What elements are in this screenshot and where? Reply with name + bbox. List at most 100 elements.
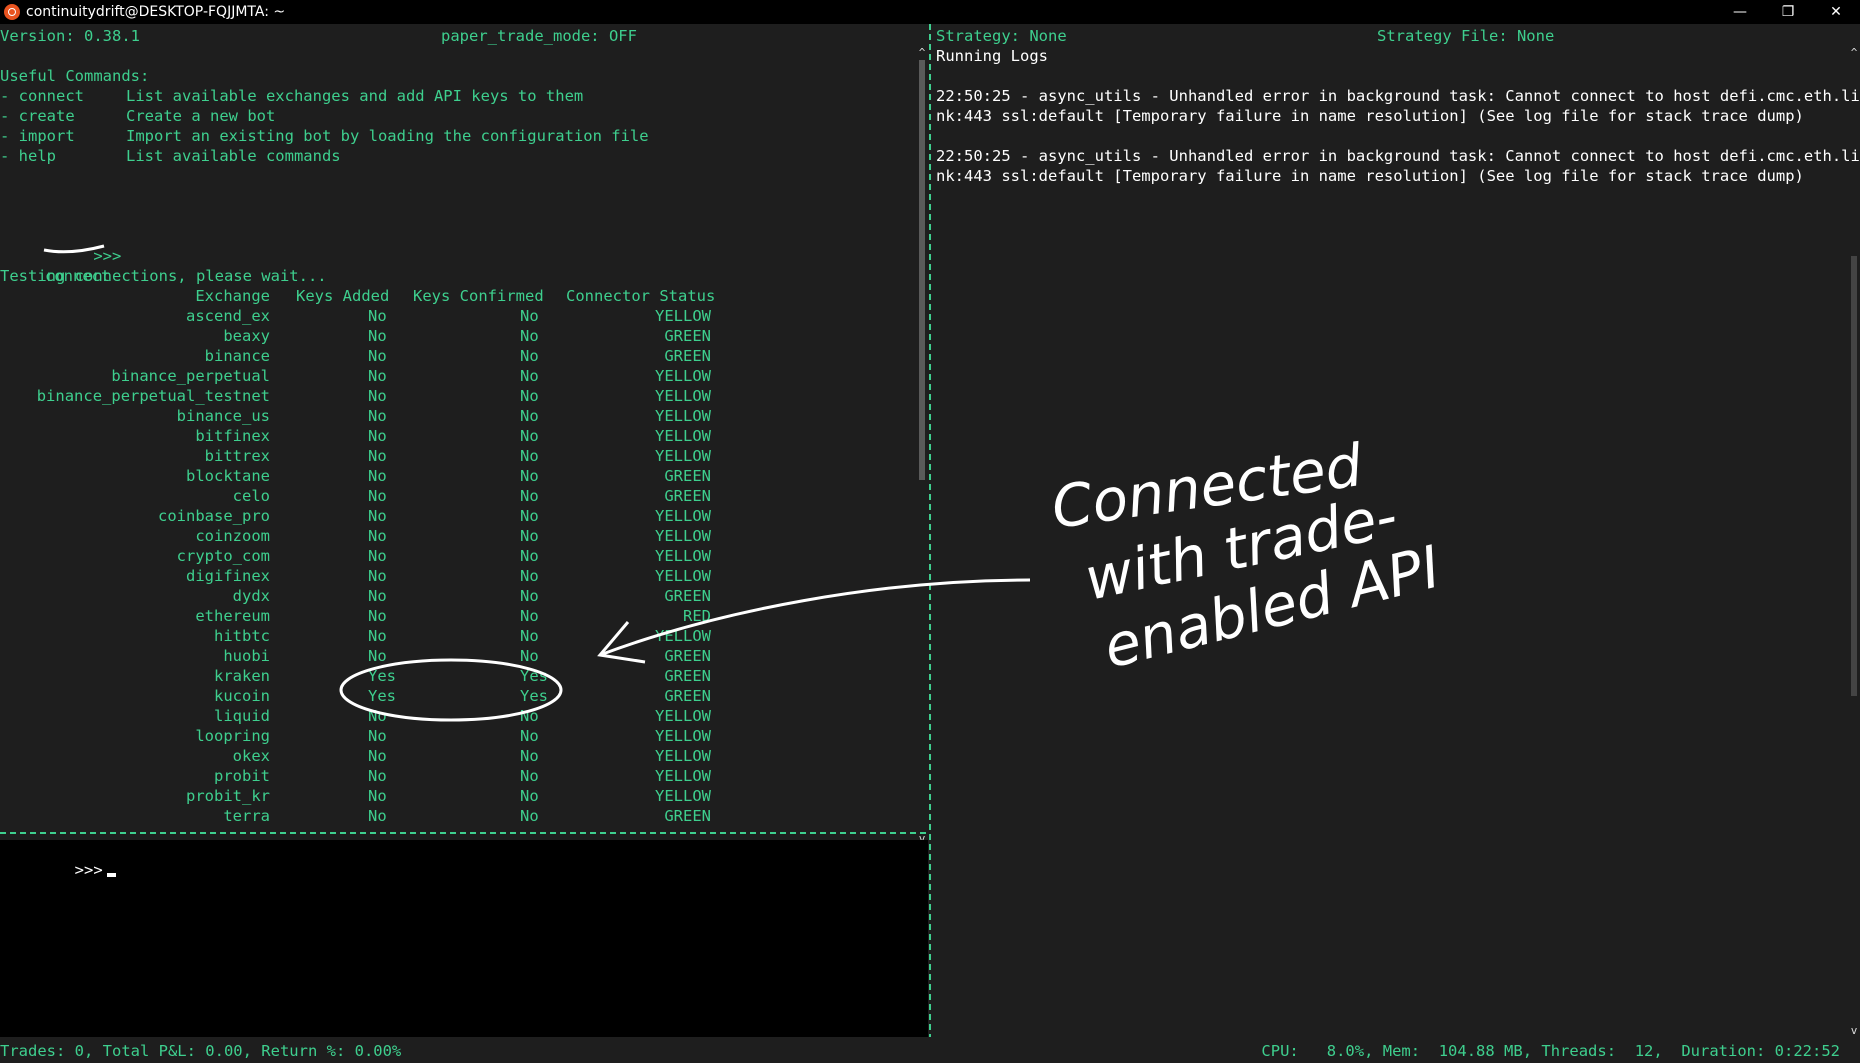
table-row: celo No No GREEN [0,486,916,506]
keys-added-cell: No [368,307,387,325]
exchange-name: ethereum [195,607,270,625]
table-row: binance_perpetual No No YELLOW [0,366,916,386]
keys-confirmed-cell: No [520,587,539,605]
connector-status-cell: GREEN [664,347,711,365]
scroll-up-icon[interactable]: ^ [1848,46,1860,59]
keys-added-cell: No [368,647,387,665]
connector-status-cell: GREEN [664,467,711,485]
log-scrollbar[interactable]: ^ v [1848,46,1860,1037]
keys-added-cell: No [368,587,387,605]
connector-status-cell: GREEN [664,487,711,505]
table-row: blocktane No No GREEN [0,466,916,486]
running-logs-title: Running Logs [936,47,1048,65]
command-desc: Create a new bot [126,107,276,125]
echoed-command: connect [45,267,111,285]
table-row: probit No No YELLOW [0,766,916,786]
keys-added-cell: No [368,787,387,805]
table-row: liquid No No YELLOW [0,706,916,726]
command-name: - import [0,127,75,145]
command-row: - create Create a new bot [0,106,916,126]
table-row: ethereum No No RED [0,606,916,626]
right-header: Strategy: None Strategy File: None [936,26,1856,48]
keys-confirmed-cell: No [520,367,539,385]
col-keys-added-header: Keys Added [296,287,390,305]
exchange-name: hitbtc [214,627,270,645]
exchange-name: liquid [214,707,270,725]
output-area[interactable]: Useful Commands: - connect List availabl… [0,46,916,846]
keys-confirmed-cell: No [520,327,539,345]
strategy-file-label: Strategy File: None [1377,27,1555,45]
keys-confirmed-cell: No [520,507,539,525]
exchange-name: binance_perpetual [111,367,270,385]
exchange-name: ascend_ex [186,307,270,325]
command-row: - help List available commands [0,146,916,166]
keys-added-cell: No [368,447,387,465]
window-title: continuitydrift@DESKTOP-FQJJMTA: ~ [26,4,286,20]
exchange-name: coinbase_pro [158,507,270,525]
keys-added-cell: No [368,807,387,825]
scroll-thumb[interactable] [919,60,925,480]
exchange-name: kraken [214,667,270,685]
keys-confirmed-cell: No [520,467,539,485]
keys-confirmed-cell: No [520,347,539,365]
keys-added-cell: No [368,347,387,365]
exchange-name: probit_kr [186,787,270,805]
keys-added-cell: No [368,607,387,625]
input-prompt: >>> [74,861,103,879]
log-entry-cont: nk:443 ssl:default [Temporary failure in… [936,107,1804,125]
table-row: loopring No No YELLOW [0,726,916,746]
connector-status-cell: YELLOW [655,787,711,805]
minimize-button[interactable]: — [1716,0,1764,24]
exchange-name: okex [232,747,270,765]
scroll-down-icon[interactable]: v [1848,1024,1860,1037]
strategy-label: Strategy: None [936,27,1067,45]
table-row: coinzoom No No YELLOW [0,526,916,546]
connector-status-cell: RED [683,607,711,625]
exchange-name: terra [223,807,270,825]
log-output[interactable]: 22:50:25 - async_utils - Unhandled error… [936,86,1860,186]
connector-status-cell: YELLOW [655,407,711,425]
col-exchange-header: Exchange [195,287,270,305]
exchange-name: blocktane [186,467,270,485]
log-entry: 22:50:25 - async_utils - Unhandled error… [936,147,1860,165]
command-input[interactable]: >>> [0,840,928,1037]
exchange-name: probit [214,767,270,785]
close-button[interactable]: ✕ [1812,0,1860,24]
keys-added-cell: No [368,747,387,765]
keys-confirmed-cell: No [520,607,539,625]
useful-commands-title: Useful Commands: [0,67,150,85]
scroll-up-icon[interactable]: ^ [916,46,928,60]
output-scrollbar[interactable]: ^ v [916,46,928,846]
table-row: digifinex No No YELLOW [0,566,916,586]
keys-added-cell: No [368,547,387,565]
keys-confirmed-cell: No [520,567,539,585]
restore-button[interactable]: ❐ [1764,0,1812,24]
connector-status-cell: YELLOW [655,507,711,525]
table-row: hitbtc No No YELLOW [0,626,916,646]
keys-confirmed-cell: No [520,787,539,805]
connector-status-cell: YELLOW [655,547,711,565]
keys-confirmed-cell: No [520,807,539,825]
exchange-name: binance_perpetual_testnet [36,387,270,405]
keys-confirmed-cell: No [520,307,539,325]
exchange-name: celo [232,487,270,505]
keys-added-cell: No [368,627,387,645]
keys-confirmed-cell: No [520,727,539,745]
keys-added-cell: No [368,527,387,545]
paper-trade-mode-label: paper_trade_mode: OFF [441,27,637,45]
exchange-name: coinzoom [195,527,270,545]
exchange-table-body: ascend_ex No No YELLOW beaxy No No GREEN binance… [0,306,916,826]
connector-status-cell: YELLOW [655,307,711,325]
scroll-thumb[interactable] [1851,256,1857,696]
connector-status-cell: YELLOW [655,767,711,785]
keys-added-cell: No [368,387,387,405]
output-content: Useful Commands: - connect List availabl… [0,46,916,826]
table-row: huobi No No GREEN [0,646,916,666]
connector-status-cell: YELLOW [655,387,711,405]
window-titlebar: continuitydrift@DESKTOP-FQJJMTA: ~ — ❐ ✕ [0,0,1860,24]
table-row: bitfinex No No YELLOW [0,426,916,446]
table-row: okex No No YELLOW [0,746,916,766]
table-row: binance_perpetual_testnet No No YELLOW [0,386,916,406]
input-line[interactable]: >>> [0,840,928,879]
connector-status-cell: GREEN [664,667,711,685]
